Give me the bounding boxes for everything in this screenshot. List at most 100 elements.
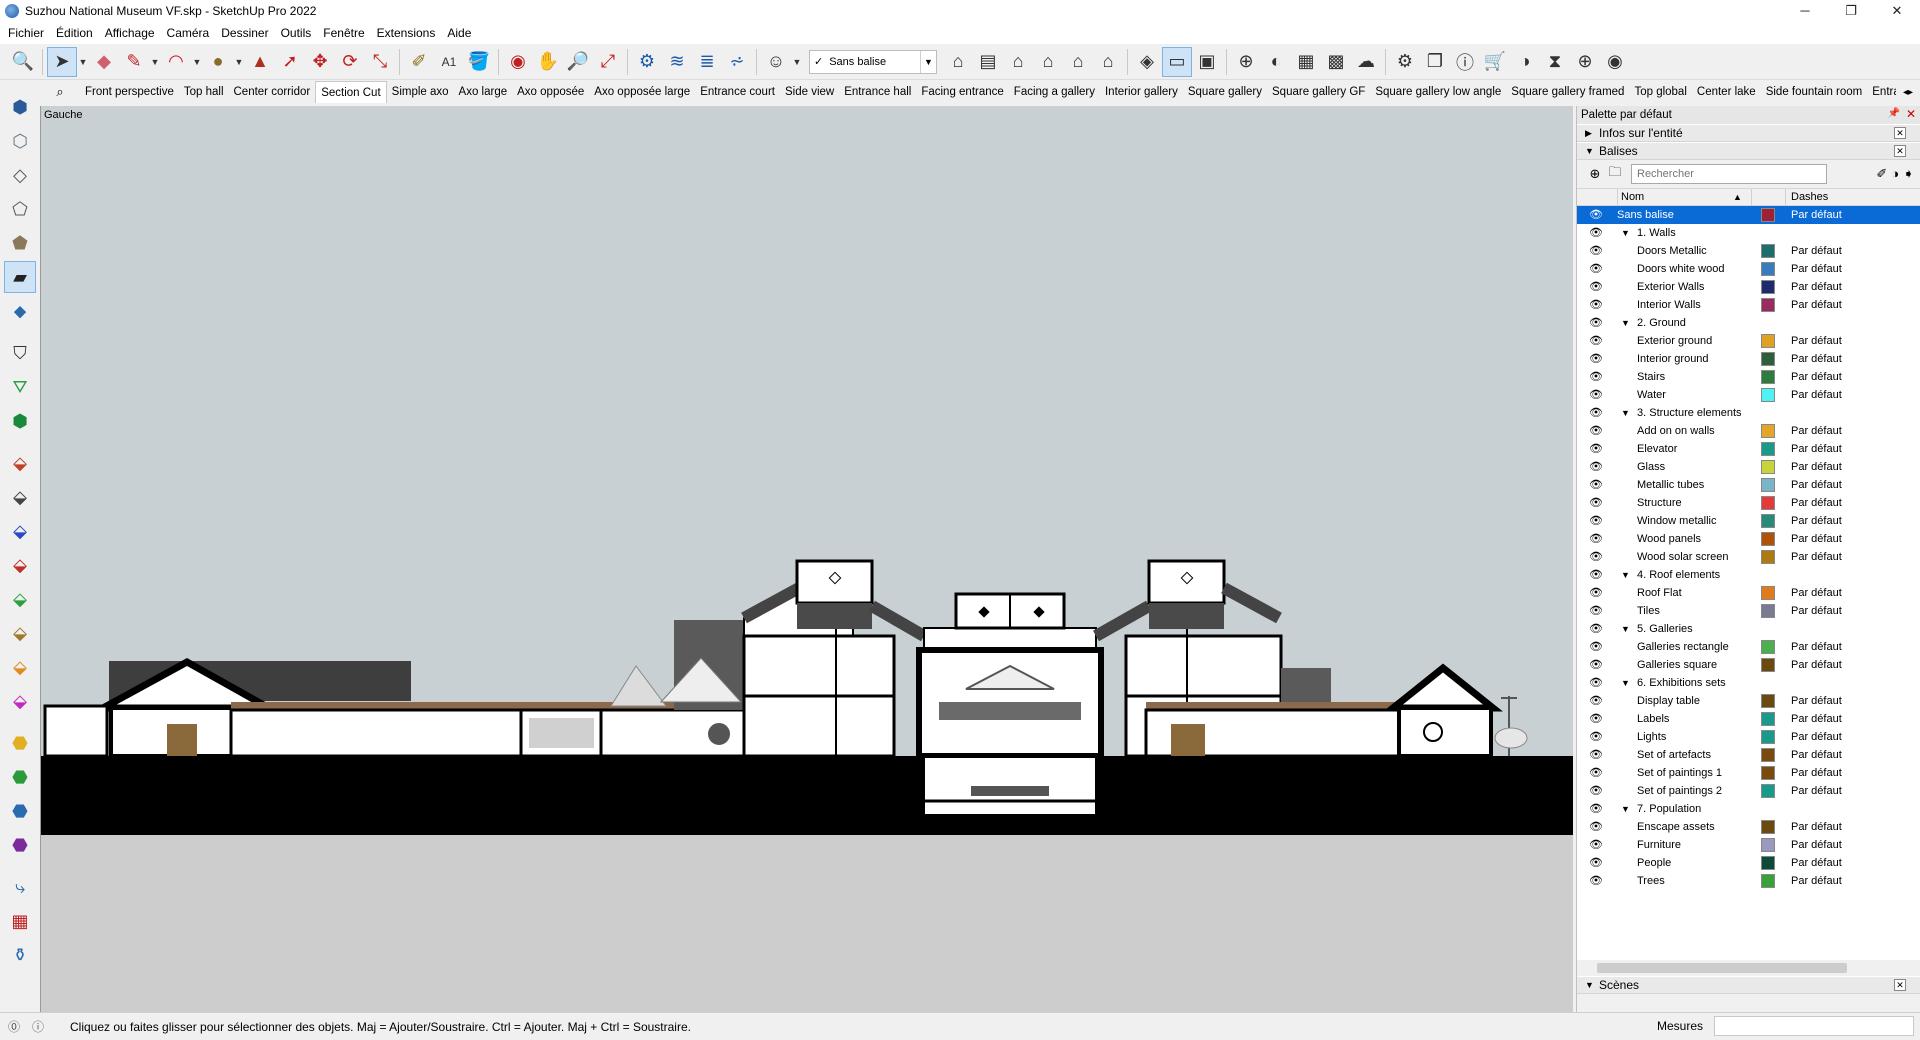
scene-tab[interactable]: Entrance hall xyxy=(839,81,916,103)
entity-info-panel-header[interactable]: ▶ Infos sur l'entité ✕ xyxy=(1577,124,1920,142)
tag-dash-value[interactable]: Par défaut xyxy=(1791,209,1842,221)
visibility-eye-icon[interactable]: 👁 xyxy=(1589,497,1603,509)
tag-dash-value[interactable]: Par défaut xyxy=(1791,605,1842,617)
visibility-eye-icon[interactable]: 👁 xyxy=(1589,695,1603,707)
tag-dash-value[interactable]: Par défaut xyxy=(1791,695,1842,707)
tag-dash-value[interactable]: Par défaut xyxy=(1791,281,1842,293)
add-location-icon[interactable]: ⊕ xyxy=(1231,47,1261,77)
chevron-down-icon[interactable]: ▼ xyxy=(1621,318,1630,328)
sandbox-scratch-icon[interactable]: ⬠ xyxy=(4,193,36,225)
tag-dash-value[interactable]: Par défaut xyxy=(1791,425,1842,437)
tag-color-swatch[interactable] xyxy=(1761,838,1775,852)
stack-icon[interactable]: ⩫ xyxy=(722,47,752,77)
tag-dash-value[interactable]: Par défaut xyxy=(1791,587,1842,599)
tag-row[interactable]: 👁 Set of paintings 2 Par défaut xyxy=(1577,782,1920,800)
tag-color-swatch[interactable] xyxy=(1761,352,1775,366)
tag-color-swatch[interactable] xyxy=(1761,478,1775,492)
tag-color-swatch[interactable] xyxy=(1761,370,1775,384)
scene-tab[interactable]: Center lake xyxy=(1692,81,1761,103)
extension-icon[interactable]: ≋ xyxy=(662,47,692,77)
visibility-eye-icon[interactable]: 👁 xyxy=(1589,839,1603,851)
horizontal-scrollbar[interactable] xyxy=(1577,960,1920,976)
user-icon[interactable]: ☺ xyxy=(761,47,791,77)
tag-row[interactable]: 👁 Galleries square Par défaut xyxy=(1577,656,1920,674)
eraser-icon[interactable]: ◆ xyxy=(89,47,119,77)
tag-color-swatch[interactable] xyxy=(1761,460,1775,474)
tag-folder-row[interactable]: 👁 ▼ 1. Walls xyxy=(1577,224,1920,242)
tag-folder-row[interactable]: 👁 ▼ 4. Roof elements xyxy=(1577,566,1920,584)
visibility-eye-icon[interactable]: 👁 xyxy=(1589,605,1603,617)
front-view-icon[interactable]: ⌂ xyxy=(1003,47,1033,77)
chevron-down-icon[interactable]: ▼ xyxy=(1621,678,1630,688)
model-viewport[interactable]: Gauche xyxy=(40,106,1573,1012)
tag-color-swatch[interactable] xyxy=(1761,694,1775,708)
scene-tab[interactable]: Top hall xyxy=(179,81,229,103)
column-name[interactable]: Nom xyxy=(1621,191,1644,203)
tag-dash-value[interactable]: Par défaut xyxy=(1791,371,1842,383)
visibility-eye-icon[interactable]: 👁 xyxy=(1589,353,1603,365)
visibility-eye-icon[interactable]: 👁 xyxy=(1589,389,1603,401)
scene-tab[interactable]: Front perspective xyxy=(80,81,179,103)
paint-icon[interactable]: 🪣 xyxy=(464,47,494,77)
tag-row[interactable]: 👁 Sans balise Par défaut xyxy=(1577,206,1920,224)
tag-row[interactable]: 👁 Enscape assets Par défaut xyxy=(1577,818,1920,836)
visibility-eye-icon[interactable]: 👁 xyxy=(1589,245,1603,257)
tag-color-swatch[interactable] xyxy=(1761,424,1775,438)
visibility-eye-icon[interactable]: 👁 xyxy=(1589,857,1603,869)
scene-tab-active[interactable]: Section Cut xyxy=(315,81,387,103)
tag-row[interactable]: 👁 Glass Par défaut xyxy=(1577,458,1920,476)
chevron-down-icon[interactable]: ▼ xyxy=(1621,408,1630,418)
tag-color-swatch[interactable] xyxy=(1761,730,1775,744)
add-detail-icon[interactable]: ⛉ xyxy=(4,337,36,369)
solid-outer-shell-icon[interactable]: ⬙ xyxy=(4,447,36,479)
tag-dash-value[interactable]: Par défaut xyxy=(1791,299,1842,311)
tag-row[interactable]: 👁 Doors Metallic Par défaut xyxy=(1577,242,1920,260)
tag-row[interactable]: 👁 Set of artefacts Par défaut xyxy=(1577,746,1920,764)
visibility-eye-icon[interactable]: 👁 xyxy=(1589,803,1603,815)
visibility-eye-icon[interactable]: 👁 xyxy=(1589,371,1603,383)
close-icon[interactable]: ✕ xyxy=(1894,145,1906,157)
menu-extensions[interactable]: Extensions xyxy=(371,26,442,40)
visibility-eye-icon[interactable]: 👁 xyxy=(1589,587,1603,599)
tag-dash-value[interactable]: Par défaut xyxy=(1791,749,1842,761)
tag-row[interactable]: 👁 Display table Par défaut xyxy=(1577,692,1920,710)
tag-dash-value[interactable]: Par défaut xyxy=(1791,641,1842,653)
tag-row[interactable]: 👁 Roof Flat Par défaut xyxy=(1577,584,1920,602)
scene-tab[interactable]: Interior gallery xyxy=(1100,81,1183,103)
geolocation-icon[interactable]: ⓪ xyxy=(4,1017,24,1037)
tag-row[interactable]: 👁 Set of paintings 1 Par défaut xyxy=(1577,764,1920,782)
tag-row[interactable]: 👁 Tiles Par défaut xyxy=(1577,602,1920,620)
back-view-icon[interactable]: ⌂ xyxy=(1063,47,1093,77)
info-icon[interactable]: ⓘ xyxy=(28,1017,48,1037)
scene-tab[interactable]: Axo opposée xyxy=(512,81,589,103)
shape-icon[interactable]: ● xyxy=(203,47,233,77)
tag-dash-value[interactable]: Par défaut xyxy=(1791,533,1842,545)
tag-row[interactable]: 👁 Window metallic Par défaut xyxy=(1577,512,1920,530)
solid-split-icon[interactable]: ⬙ xyxy=(4,617,36,649)
move-icon[interactable]: ✥ xyxy=(305,47,335,77)
tag-dash-value[interactable]: Par défaut xyxy=(1791,335,1842,347)
tag-folder-row[interactable]: 👁 ▼ 6. Exhibitions sets xyxy=(1577,674,1920,692)
sandbox-from-contours-icon[interactable]: ◇ xyxy=(4,159,36,191)
tag-color-swatch[interactable] xyxy=(1761,766,1775,780)
rotate-icon[interactable]: ⟳ xyxy=(335,47,365,77)
visibility-eye-icon[interactable]: 👁 xyxy=(1589,263,1603,275)
tag-color-swatch[interactable] xyxy=(1761,496,1775,510)
scene-tab[interactable]: Square gallery framed xyxy=(1506,81,1629,103)
chevron-down-icon[interactable]: ▼ xyxy=(1621,570,1630,580)
section-plane-icon[interactable]: ◈ xyxy=(1132,47,1162,77)
tag-row[interactable]: 👁 Exterior ground Par défaut xyxy=(1577,332,1920,350)
close-button[interactable]: ✕ xyxy=(1874,0,1920,22)
left-view-icon[interactable]: ⌂ xyxy=(1093,47,1123,77)
section-cut-tool-icon[interactable]: ⬡ xyxy=(4,125,36,157)
zoom-icon[interactable]: 🔎 xyxy=(563,47,593,77)
visibility-eye-icon[interactable]: 👁 xyxy=(1589,533,1603,545)
tags-search-input[interactable] xyxy=(1631,164,1827,184)
tag-dash-value[interactable]: Par défaut xyxy=(1791,839,1842,851)
add-folder-icon[interactable]: 🗀 xyxy=(1605,163,1625,185)
tag-color-swatch[interactable] xyxy=(1761,640,1775,654)
warehouse-purple-icon[interactable]: ⬣ xyxy=(4,829,36,861)
tag-row[interactable]: 👁 Galleries rectangle Par défaut xyxy=(1577,638,1920,656)
restore-button[interactable]: ❐ xyxy=(1828,0,1874,22)
solid-trim-icon[interactable]: ⬙ xyxy=(4,583,36,615)
